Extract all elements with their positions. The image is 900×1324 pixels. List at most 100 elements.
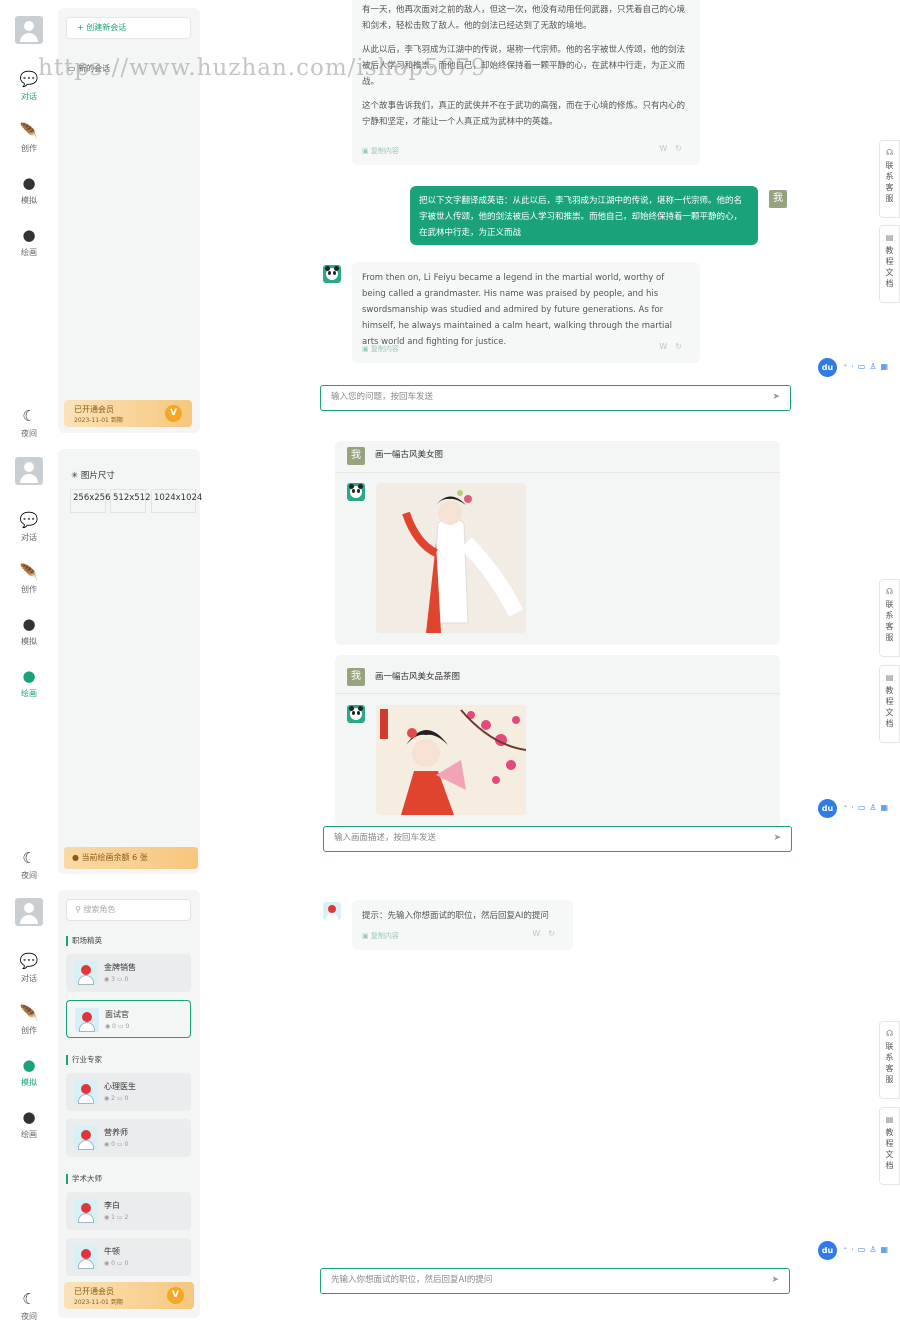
draw-input[interactable]: 输入画面描述，按回车发送 ➤: [323, 826, 792, 852]
du-toolbar[interactable]: du ⁺⋅▭♙▦: [818, 358, 900, 378]
image-prompt: 画一幅古风美女图: [375, 450, 444, 460]
chat-input[interactable]: 输入您的问题，按回车发送 ➤: [320, 385, 791, 411]
input-placeholder: 输入画面描述，按回车发送: [334, 833, 437, 843]
image-result-card: 我 画一幅古风美女图: [335, 441, 780, 645]
user-avatar[interactable]: [15, 898, 43, 926]
role-card[interactable]: 心理医生 ◉ 2 ▭ 0: [66, 1073, 191, 1111]
nav-create[interactable]: 🪶 创作: [10, 122, 48, 162]
role-avatar: [74, 1080, 98, 1104]
refresh-icon: ↻: [675, 144, 690, 153]
nav-roleplay[interactable]: ● 模拟: [10, 1056, 48, 1096]
nav-draw[interactable]: ● 绘画: [10, 1108, 48, 1148]
role-card[interactable]: 李白 ◉ 1 ▭ 2: [66, 1192, 191, 1230]
panda-avatar-icon: [347, 483, 365, 501]
du-tools-icon: ⁺⋅▭♙▦: [843, 803, 893, 812]
user-avatar-badge: 我: [769, 190, 787, 208]
role-card[interactable]: 营养师 ◉ 0 ▭ 0: [66, 1119, 191, 1157]
user-avatar[interactable]: [15, 457, 43, 485]
role-category: 行业专家: [66, 1055, 102, 1065]
size-option[interactable]: 256x256: [70, 489, 110, 513]
copy-button[interactable]: ▣ 复制内容: [362, 341, 399, 357]
copy-button[interactable]: ▣ 复制内容: [362, 928, 399, 944]
chat-bubble-icon: 💬: [19, 511, 39, 529]
message-tools[interactable]: W↻: [532, 926, 563, 942]
role-card[interactable]: 牛顿 ◉ 0 ▭ 0: [66, 1238, 191, 1276]
copy-button[interactable]: ▣ 复制内容: [362, 143, 399, 159]
copy-icon: ▣: [362, 345, 371, 353]
head-icon: ●: [22, 1056, 36, 1074]
du-toolbar[interactable]: du ⁺⋅▭♙▦: [818, 1241, 900, 1261]
word-icon: W: [659, 342, 676, 351]
nav-create[interactable]: 🪶 创作: [10, 1004, 48, 1044]
nav-roleplay[interactable]: ● 模拟: [10, 615, 48, 655]
left-rail: 💬 对话 🪶 创作 ● 模拟 ● 绘画 ☾ 夜间: [0, 882, 58, 1324]
generated-image[interactable]: [376, 483, 526, 633]
membership-card[interactable]: 已开通会员 2023-11-01 到期 V: [64, 400, 192, 427]
membership-title: 已开通会员: [74, 405, 114, 414]
role-category: 学术大师: [66, 1174, 102, 1184]
nav-chat[interactable]: 💬 对话: [10, 511, 48, 551]
docs-tab[interactable]: ▤ 教程文档: [879, 665, 900, 743]
nav-night-mode[interactable]: ☾ 夜间: [10, 849, 48, 882]
membership-expiry: 2023-11-01 到期: [74, 1299, 123, 1306]
du-toolbar[interactable]: du ⁺⋅▭♙▦: [818, 799, 900, 819]
role-search-input[interactable]: ⚲ 搜索角色: [66, 899, 191, 921]
nav-night-mode[interactable]: ☾ 夜间: [10, 407, 48, 441]
vip-badge-icon: V: [167, 1287, 184, 1304]
size-option[interactable]: 1024x1024: [151, 489, 202, 513]
send-icon[interactable]: ➤: [772, 386, 780, 409]
panda-avatar-icon: [347, 705, 365, 723]
role-category: 职场精英: [66, 936, 102, 946]
user-avatar-badge: 我: [347, 668, 365, 686]
roleplay-input[interactable]: 先输入你想面试的职位，然后回复AI的提问 ➤: [320, 1268, 790, 1294]
nav-draw[interactable]: ● 绘画: [10, 667, 48, 707]
copy-icon: ▣: [362, 147, 371, 155]
ai-hint-message: 提示：先输入你想面试的职位，然后回复AI的提问 ▣ 复制内容 W↻: [352, 900, 573, 950]
contact-service-tab[interactable]: ☊ 联系客服: [879, 1021, 900, 1099]
docs-tab[interactable]: ▤ 教程文档: [879, 1107, 900, 1185]
nav-draw[interactable]: ● 绘画: [10, 226, 48, 266]
role-avatar: [74, 1199, 98, 1223]
role-card[interactable]: 金牌销售 ◉ 3 ▭ 0: [66, 954, 191, 992]
role-avatar: [323, 902, 341, 920]
vip-badge-icon: V: [165, 405, 182, 422]
refresh-icon: ↻: [675, 342, 690, 351]
membership-card[interactable]: 已开通会员 2023-11-01 到期 V: [64, 1282, 194, 1309]
role-avatar: [75, 1008, 99, 1032]
word-icon: W: [659, 144, 676, 153]
generated-image[interactable]: [376, 705, 526, 815]
send-icon[interactable]: ➤: [773, 827, 781, 850]
head-icon: ●: [22, 174, 36, 192]
palette-icon: ●: [22, 226, 36, 244]
contact-service-tab[interactable]: ☊ 联系客服: [879, 140, 900, 218]
palette-icon: ●: [22, 1108, 36, 1126]
document-icon: ▤: [885, 233, 894, 242]
feather-icon: 🪶: [19, 122, 39, 140]
user-avatar-badge: 我: [347, 447, 365, 465]
user-message: 把以下文字翻译成英语：从此以后，李飞羽成为江湖中的传说，堪称一代宗师。他的名字被…: [410, 186, 758, 245]
nav-create[interactable]: 🪶 创作: [10, 563, 48, 603]
moon-icon: ☾: [22, 849, 36, 867]
document-icon: ▤: [885, 1115, 894, 1124]
roleplay-screen: 💬 对话 🪶 创作 ● 模拟 ● 绘画 ☾ 夜间 ⚲ 搜索角色 职场精英 金牌销售 ◉ 3 …: [0, 882, 900, 1324]
user-avatar[interactable]: [15, 16, 43, 44]
role-sidebar: ⚲ 搜索角色 职场精英 金牌销售 ◉ 3 ▭ 0 面试官 ◉ 0 ▭ 0 行业专家 …: [58, 890, 200, 1318]
docs-tab[interactable]: ▤ 教程文档: [879, 225, 900, 303]
contact-service-tab[interactable]: ☊ 联系客服: [879, 579, 900, 657]
head-icon: ●: [22, 615, 36, 633]
new-chat-button[interactable]: + 创建新会话: [66, 17, 191, 39]
du-tools-icon: ⁺⋅▭♙▦: [843, 1245, 893, 1254]
headset-icon: ☊: [885, 1029, 894, 1038]
chat-bubble-icon: 💬: [19, 952, 39, 970]
role-card-selected[interactable]: 面试官 ◉ 0 ▭ 0: [66, 1000, 191, 1038]
nav-night-mode[interactable]: ☾ 夜间: [10, 1290, 48, 1324]
nav-roleplay[interactable]: ● 模拟: [10, 174, 48, 214]
message-tools[interactable]: W↻: [659, 141, 690, 157]
image-result-card: 我 画一幅古风美女品茶图: [335, 655, 780, 827]
send-icon[interactable]: ➤: [771, 1269, 779, 1292]
size-option[interactable]: 512x512: [110, 489, 150, 513]
message-tools[interactable]: W↻: [659, 339, 690, 355]
nav-chat[interactable]: 💬 对话: [10, 952, 48, 992]
role-avatar: [74, 1126, 98, 1150]
draw-settings-sidebar: ✳ 图片尺寸 256x256 512x512 1024x1024 ● 当前绘画余…: [58, 449, 202, 874]
